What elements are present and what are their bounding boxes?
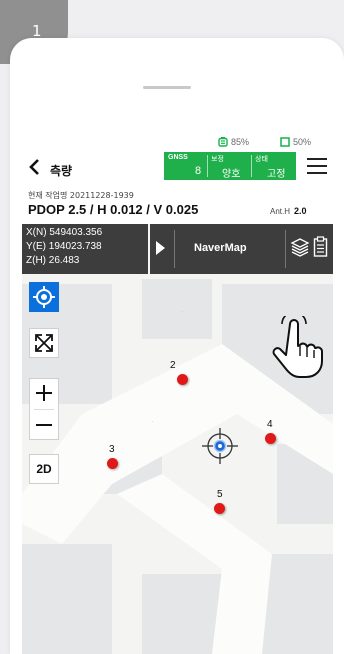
survey-point[interactable] (177, 374, 188, 385)
zoom-out-button[interactable] (30, 410, 58, 440)
dop-readout: PDOP 2.5 / H 0.012 / V 0.025 (28, 202, 199, 217)
hamburger-menu-icon[interactable] (307, 158, 327, 174)
correction-value: 양호 (222, 169, 241, 180)
toolbar-divider (285, 230, 286, 268)
gnss-divider (251, 155, 252, 177)
state-value: 고정 (267, 169, 286, 180)
back-button[interactable] (28, 159, 40, 180)
chevron-left-icon (29, 159, 39, 175)
job-name: 현재 작업명 20211228-1939 (28, 191, 134, 200)
antenna-height[interactable]: Ant.H 2.0 (270, 206, 307, 216)
survey-point[interactable] (265, 433, 276, 444)
map-label: · (152, 419, 154, 424)
receiver-battery-level: 85% (231, 137, 250, 147)
map-roads (22, 344, 333, 654)
gnss-label: GNSS (168, 154, 188, 161)
tap-hand-icon (272, 316, 323, 378)
locate-icon (33, 286, 55, 308)
locate-button[interactable] (29, 282, 59, 312)
clipboard-icon[interactable] (313, 236, 328, 258)
app-header: 측량 GNSS 8 보정 양호 상태 고정 (22, 150, 333, 186)
state-label: 상태 (255, 156, 268, 163)
phone-battery-icon (280, 137, 290, 147)
phone-frame: 85% 50% 측량 GNSS 8 보정 양호 상태 고정 현재 작업명 202… (10, 38, 344, 654)
antenna-height-value: 2.0 (294, 206, 307, 216)
play-arrow-icon[interactable] (156, 241, 165, 255)
gnss-divider (207, 155, 208, 177)
map-toolbar: NaverMap (150, 224, 333, 274)
app-screen: 85% 50% 측량 GNSS 8 보정 양호 상태 고정 현재 작업명 202… (22, 134, 333, 654)
crosshair-icon (202, 428, 238, 464)
minus-icon (36, 424, 52, 426)
map-view[interactable]: · · · X(N) 549403.356 Y(E) 194023.738 Z(… (22, 224, 333, 654)
status-bar: 85% 50% (22, 134, 333, 150)
map-label: · (182, 309, 184, 314)
gnss-status-panel[interactable]: GNSS 8 보정 양호 상태 고정 (164, 152, 296, 180)
point-label: 5 (217, 489, 223, 500)
point-label: 3 (109, 444, 115, 455)
zoom-in-button[interactable] (30, 379, 58, 409)
receiver-battery-icon (218, 137, 228, 147)
gnss-satellite-count: 8 (195, 165, 202, 177)
correction-label: 보정 (211, 156, 224, 163)
antenna-height-label: Ant.H (270, 207, 291, 216)
toolbar-divider (174, 230, 175, 268)
phone-speaker (143, 86, 191, 89)
tutorial-stage: 1 85% 50% 측량 GNSS 8 보정 양호 상태 고정 현재 작업명 2… (0, 0, 344, 654)
layers-icon[interactable] (290, 236, 310, 260)
coord-z: Z(H) 26.483 (26, 255, 80, 266)
phone-battery-level: 50% (293, 137, 312, 147)
survey-point[interactable] (107, 458, 118, 469)
page-title: 측량 (50, 164, 73, 178)
view-mode-button[interactable]: 2D (29, 454, 59, 484)
zoom-controls (29, 378, 59, 440)
phone-battery: 50% (280, 137, 311, 147)
coord-x: X(N) 549403.356 (26, 227, 103, 238)
survey-point[interactable] (214, 503, 225, 514)
coordinate-panel: X(N) 549403.356 Y(E) 194023.738 Z(H) 26.… (22, 224, 148, 274)
fullscreen-button[interactable] (29, 328, 59, 358)
plus-icon (43, 385, 45, 401)
coord-y: Y(E) 194023.738 (26, 241, 102, 252)
map-type-button[interactable]: NaverMap (194, 242, 247, 254)
receiver-battery: 85% (218, 137, 249, 147)
point-label: 4 (267, 419, 273, 430)
point-label: 2 (170, 360, 176, 371)
expand-arrows-icon (35, 334, 53, 352)
